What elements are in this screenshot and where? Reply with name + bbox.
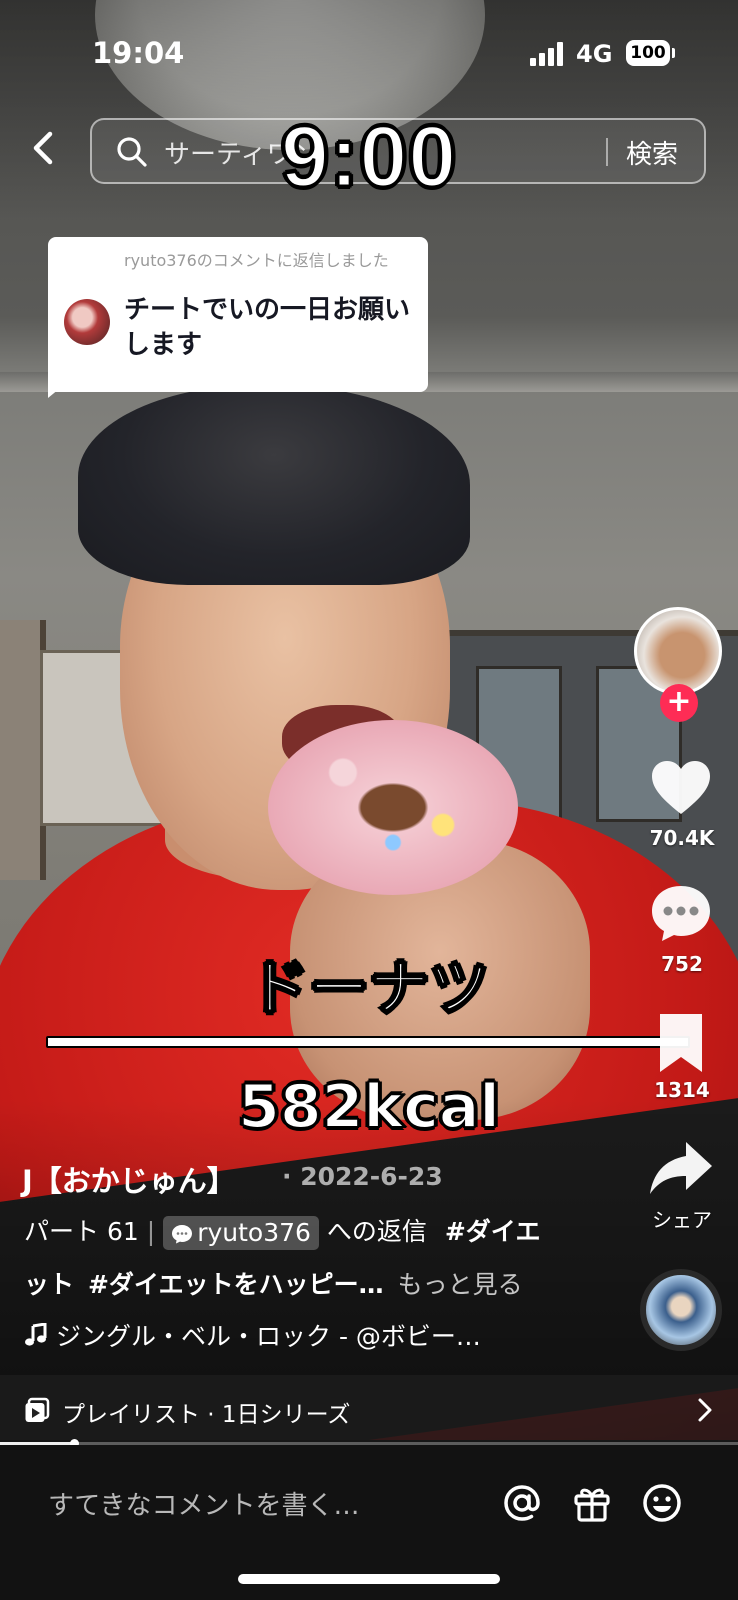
heart-icon[interactable] <box>648 756 714 822</box>
gift-icon[interactable] <box>570 1481 614 1525</box>
save-count: 1314 <box>654 1078 710 1102</box>
chat-bubble-icon <box>172 1225 193 1244</box>
author-name[interactable]: J【おかじゅん】 <box>22 1158 236 1200</box>
music-note-icon <box>25 1322 47 1346</box>
share-arrow-icon[interactable] <box>648 1136 714 1202</box>
home-indicator[interactable] <box>238 1574 500 1584</box>
reply-suffix: への返信 <box>326 1217 427 1246</box>
description-line-2[interactable]: ット #ダイエットをハッピー… もっと見る <box>24 1265 523 1301</box>
hashtag-link[interactable]: #ダイエットをハッピー… <box>88 1270 384 1299</box>
calorie-caption: 582kcal <box>237 1071 501 1143</box>
chevron-right-icon <box>698 1398 712 1422</box>
donut <box>268 720 518 895</box>
status-time: 19:04 <box>92 36 185 70</box>
creator-avatar[interactable] <box>634 607 722 695</box>
playlist-icon <box>25 1397 50 1422</box>
follow-button[interactable]: + <box>660 684 698 722</box>
bookmark-icon[interactable] <box>648 1010 714 1076</box>
battery-icon: 100 <box>626 40 670 66</box>
description-line-1[interactable]: パート 61 | ryuto376 への返信 #ダイエ <box>24 1212 541 1250</box>
screen: 19:04 4G 100 サーティワン 検索 9:00 ryuto376のコメン… <box>0 0 738 1600</box>
food-name-caption: ドーナツ <box>248 953 490 1025</box>
hashtag-continuation[interactable]: ット <box>24 1270 74 1299</box>
battery-tip <box>672 48 675 58</box>
signal-icon <box>530 42 566 66</box>
comment-input[interactable]: すてきなコメントを書く… <box>48 1485 359 1522</box>
post-date: · 2022-6-23 <box>282 1162 443 1191</box>
like-count: 70.4K <box>649 826 715 850</box>
reply-card-tail <box>48 380 70 398</box>
reply-user: ryuto376 <box>197 1218 311 1247</box>
video-timer-caption: 9:00 <box>279 108 458 207</box>
music-disc[interactable] <box>640 1269 722 1351</box>
reply-comment-card[interactable]: ryuto376のコメントに返信しました チートでいの一日お願いします <box>48 237 428 392</box>
part-label: パート 61 <box>24 1217 139 1246</box>
share-label[interactable]: シェア <box>632 1204 732 1233</box>
network-type: 4G <box>576 40 613 68</box>
emoji-icon[interactable] <box>640 1481 684 1525</box>
hashtag-link[interactable]: #ダイエ <box>445 1217 541 1246</box>
playlist-label: プレイリスト · 1日シリーズ <box>62 1402 351 1428</box>
caption-divider <box>46 1036 690 1048</box>
reply-meta: ryuto376のコメントに返信しました <box>124 251 389 270</box>
reply-text: チートでいの一日お願いします <box>124 295 411 360</box>
comment-count: 752 <box>661 952 703 976</box>
commenter-avatar <box>64 299 110 345</box>
see-more-link[interactable]: もっと見る <box>398 1270 523 1299</box>
music-track[interactable]: ジングル・ベル・ロック - @ボビー… <box>24 1317 481 1353</box>
reply-chip[interactable]: ryuto376 <box>163 1216 319 1250</box>
playlist-bar[interactable]: プレイリスト · 1日シリーズ <box>0 1375 738 1445</box>
person-hair <box>78 385 470 585</box>
mention-icon[interactable] <box>500 1481 544 1525</box>
music-title: ジングル・ベル・ロック - @ボビー… <box>56 1322 481 1351</box>
separator: | <box>146 1217 156 1246</box>
comment-bubble-icon[interactable] <box>648 880 714 946</box>
